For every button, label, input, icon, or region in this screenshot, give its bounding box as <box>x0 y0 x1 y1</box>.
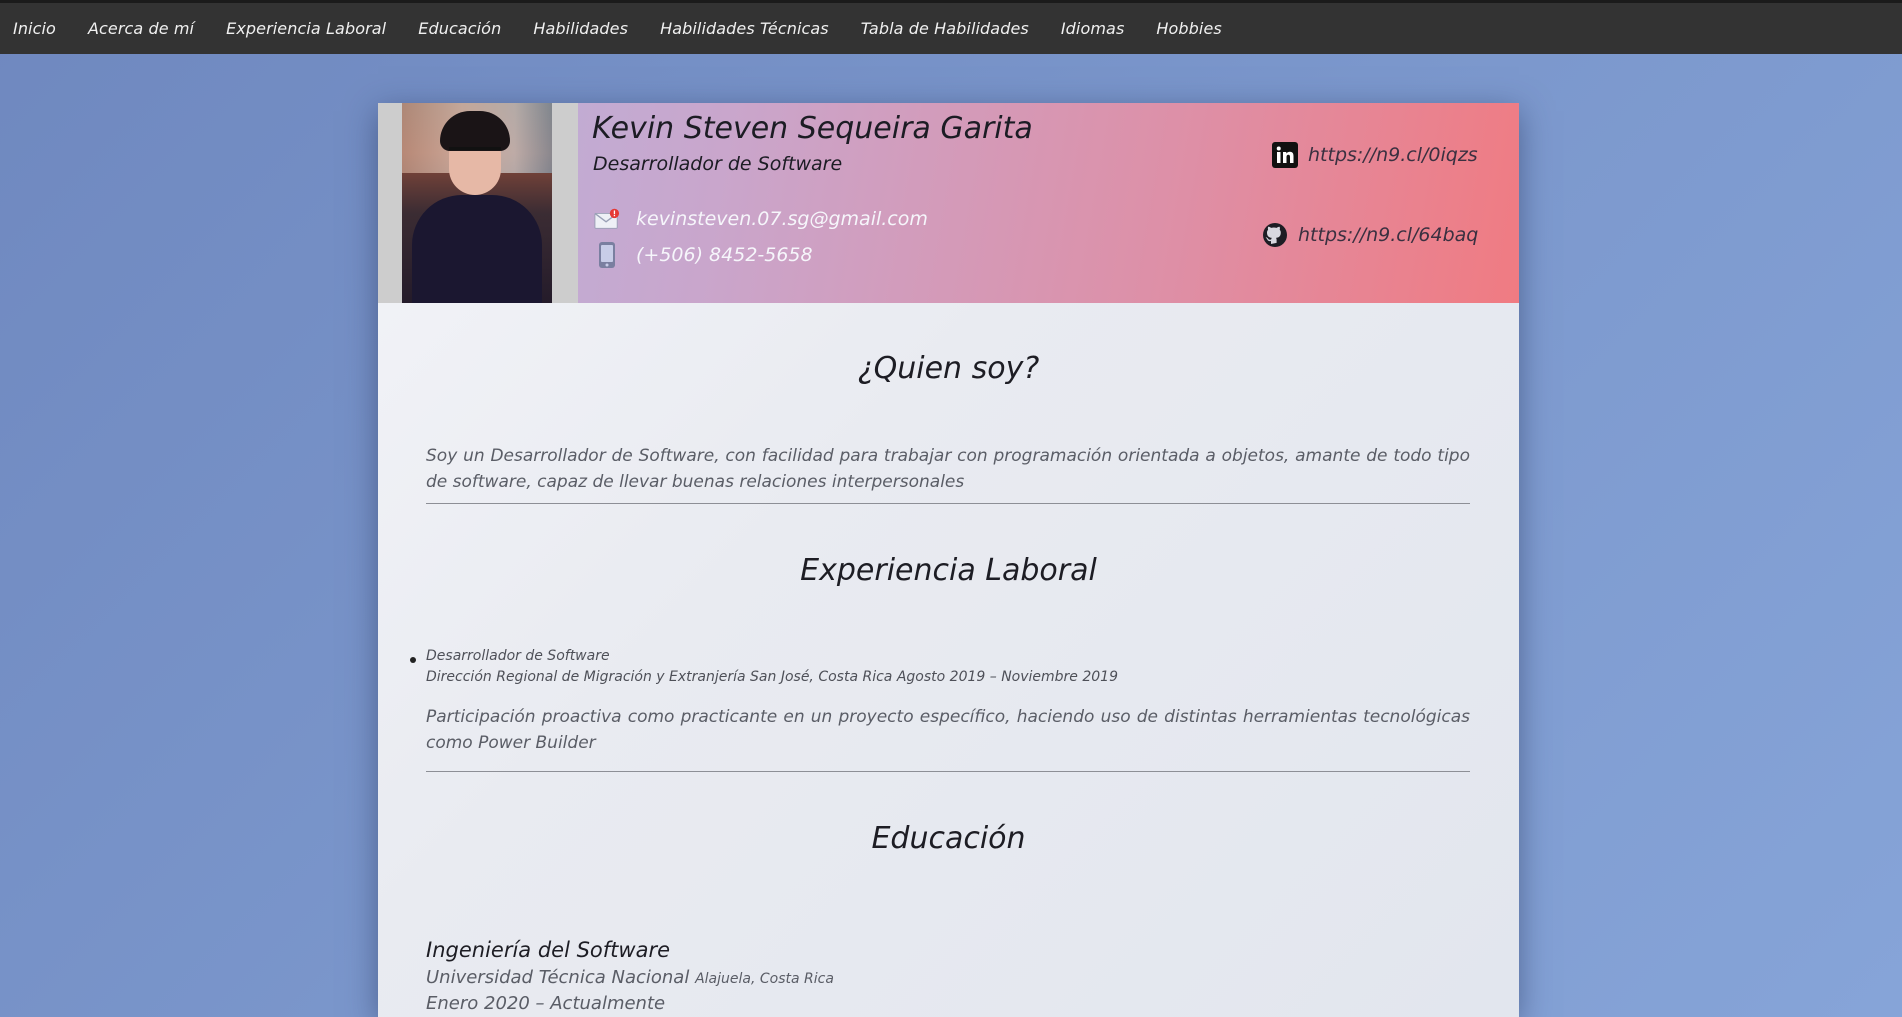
avatar <box>402 103 552 303</box>
experience-details: Dirección Regional de Migración y Extran… <box>426 669 1118 685</box>
linkedin-row[interactable]: https://n9.cl/0iqzs <box>1272 142 1478 168</box>
nav-item-habilidades-tecnicas[interactable]: Habilidades Técnicas <box>660 19 829 38</box>
nav-item-experiencia[interactable]: Experiencia Laboral <box>226 19 386 38</box>
nav-item-tabla-habilidades[interactable]: Tabla de Habilidades <box>861 19 1029 38</box>
linkedin-icon <box>1272 142 1298 168</box>
mail-icon <box>594 206 620 232</box>
experience-title: Experiencia Laboral <box>800 553 1097 588</box>
about-text: Soy un Desarrollador de Software, con fa… <box>426 446 1470 492</box>
education-institution-line: Universidad Técnica Nacional Alajuela, C… <box>426 967 834 988</box>
phone-text[interactable]: (+506) 8452-5658 <box>636 244 813 266</box>
email-row[interactable]: kevinsteven.07.sg@gmail.com <box>594 206 928 232</box>
nav-item-inicio[interactable]: Inicio <box>13 19 56 38</box>
experience-description: Participación proactiva como practicante… <box>426 707 1470 753</box>
nav-item-hobbies[interactable]: Hobbies <box>1156 19 1221 38</box>
profile-header: Kevin Steven Sequeira Garita Desarrollad… <box>378 103 1519 303</box>
github-link[interactable]: https://n9.cl/64baq <box>1298 224 1478 246</box>
github-icon <box>1262 222 1288 248</box>
phone-row[interactable]: (+506) 8452-5658 <box>594 242 813 268</box>
resume-card: Kevin Steven Sequeira Garita Desarrollad… <box>378 103 1519 1017</box>
divider <box>426 503 1470 504</box>
top-navbar: Inicio Acerca de mí Experiencia Laboral … <box>0 0 1902 54</box>
nav-item-acerca[interactable]: Acerca de mí <box>88 19 194 38</box>
github-row[interactable]: https://n9.cl/64baq <box>1262 222 1478 248</box>
about-title: ¿Quien soy? <box>857 351 1040 386</box>
education-location: Alajuela, Costa Rica <box>695 971 834 987</box>
email-text[interactable]: kevinsteven.07.sg@gmail.com <box>636 208 928 230</box>
profile-name: Kevin Steven Sequeira Garita <box>592 111 1033 146</box>
education-degree: Ingeniería del Software <box>426 938 670 962</box>
education-title: Educación <box>871 821 1026 856</box>
nav-item-educacion[interactable]: Educación <box>418 19 501 38</box>
experience-position: Desarrollador de Software <box>426 648 610 664</box>
nav-item-habilidades[interactable]: Habilidades <box>533 19 628 38</box>
list-bullet <box>410 657 416 663</box>
photo-frame <box>378 103 578 303</box>
linkedin-link[interactable]: https://n9.cl/0iqzs <box>1308 144 1478 166</box>
profile-role: Desarrollador de Software <box>593 153 843 175</box>
education-institution: Universidad Técnica Nacional <box>426 967 690 988</box>
education-period: Enero 2020 – Actualmente <box>426 993 666 1014</box>
nav-item-idiomas[interactable]: Idiomas <box>1061 19 1125 38</box>
divider <box>426 771 1470 772</box>
phone-icon <box>594 242 620 268</box>
